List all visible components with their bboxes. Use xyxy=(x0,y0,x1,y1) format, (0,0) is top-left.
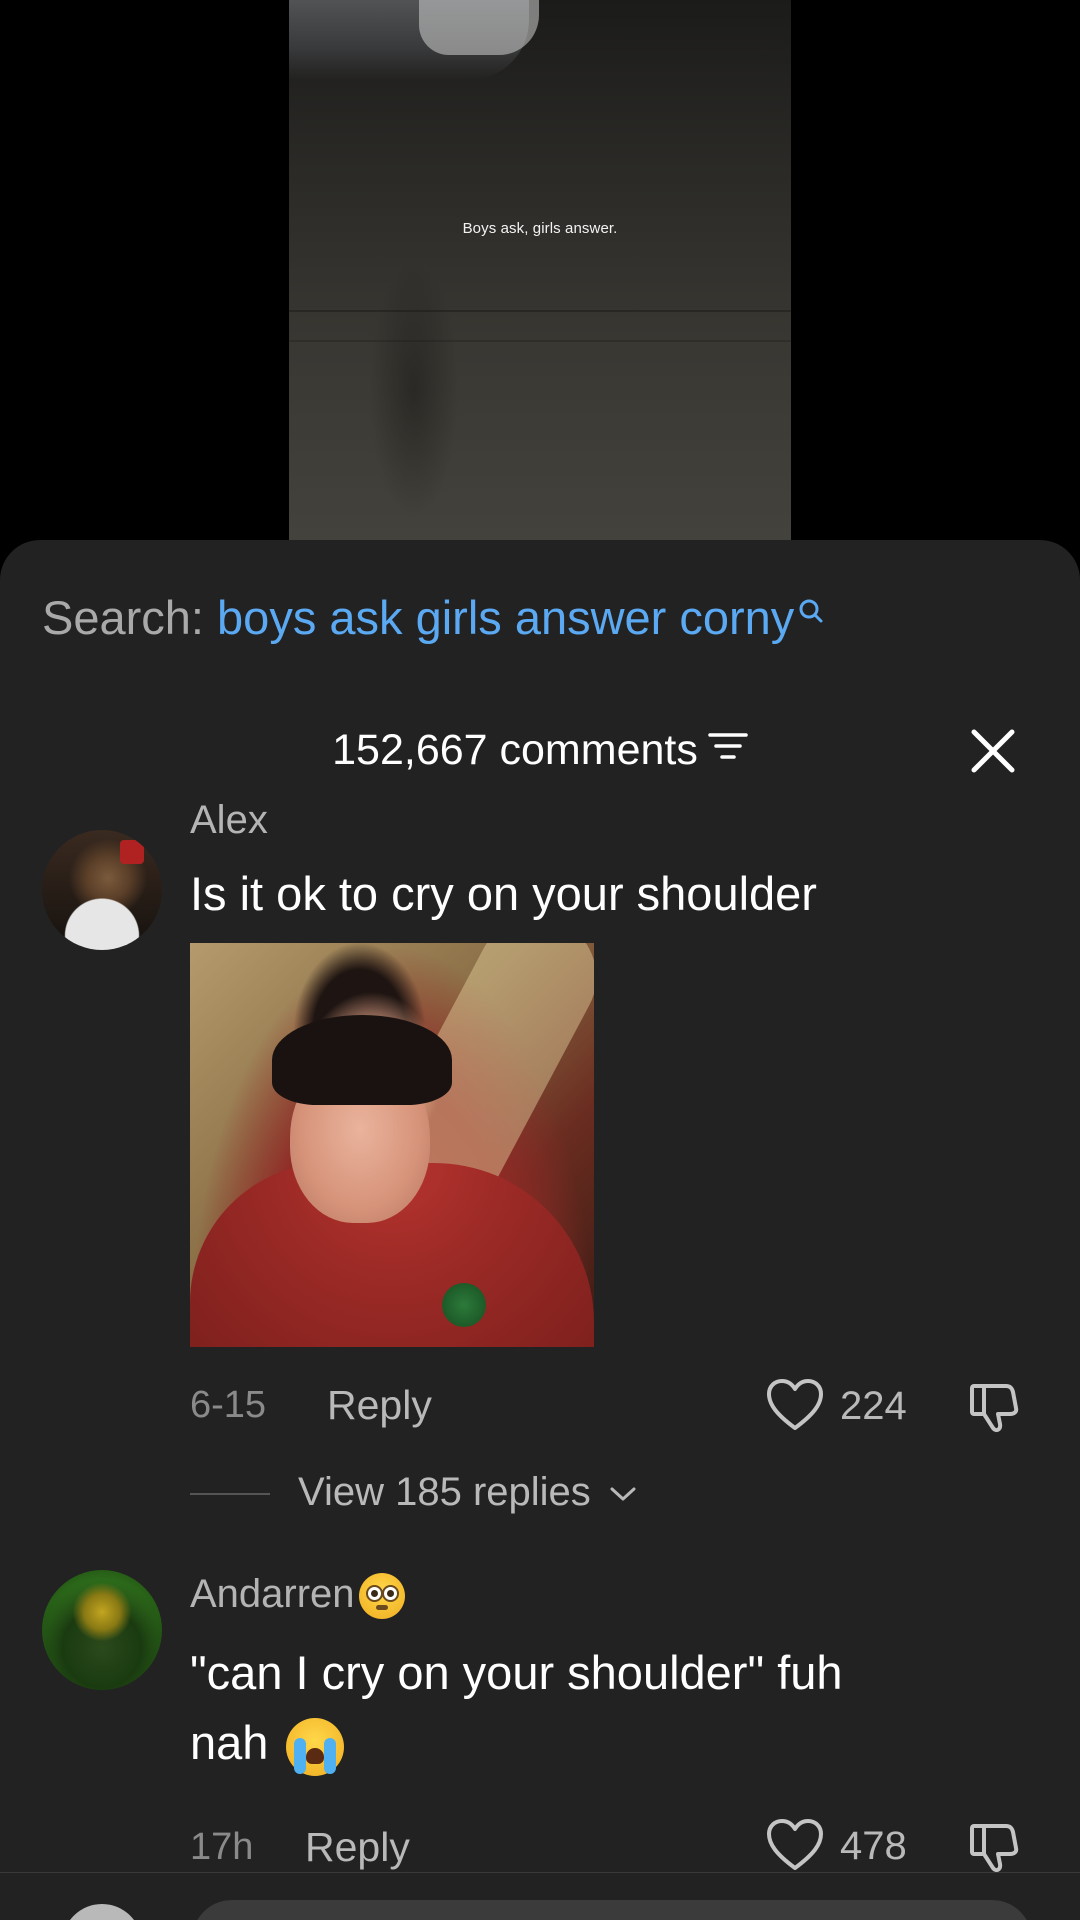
comment-date: 17h xyxy=(190,1826,254,1868)
flushed-emoji-icon xyxy=(358,1573,405,1620)
like-count: 478 xyxy=(840,1824,907,1868)
comment-username: Andarren xyxy=(190,1572,355,1616)
input-divider xyxy=(0,1872,1080,1873)
comment-text-line2: nah xyxy=(190,1708,990,1778)
comment-item: Alex Is it ok to cry on your shoulder 6-… xyxy=(0,798,1080,1514)
search-query[interactable]: boys ask girls answer corny xyxy=(217,591,794,644)
avatar[interactable] xyxy=(42,830,162,950)
comment-date: 6-15 xyxy=(190,1384,267,1426)
chevron-down-icon xyxy=(610,1487,636,1501)
comment-item: Andarren "can I cry on your shoulder" fu… xyxy=(0,1570,1080,1900)
gif-crest xyxy=(442,1283,486,1327)
reply-button[interactable]: Reply xyxy=(327,1382,432,1429)
avatar-badge xyxy=(120,840,144,864)
avatar[interactable] xyxy=(42,1570,162,1690)
comments-header: 152,667 comments xyxy=(0,720,1080,780)
reply-button[interactable]: Reply xyxy=(305,1824,410,1871)
dislike-icon[interactable] xyxy=(968,1380,1024,1441)
video-shadow xyxy=(369,260,459,520)
like-count: 224 xyxy=(840,1384,907,1428)
comment-username-wrap[interactable]: Andarren xyxy=(190,1572,405,1620)
floor-line xyxy=(289,310,791,312)
search-suggestion[interactable]: Search: boys ask girls answer corny xyxy=(42,590,824,645)
heart-icon xyxy=(767,1379,823,1430)
search-icon xyxy=(798,584,824,639)
comment-text: Is it ok to cry on your shoulder xyxy=(190,867,817,920)
like-button[interactable]: 478 xyxy=(766,1818,926,1878)
comment-count-wrap: 152,667 comments xyxy=(0,726,1080,775)
view-replies-button[interactable]: View 185 replies xyxy=(190,1470,638,1515)
video-car xyxy=(419,0,539,55)
video-caption: Boys ask, girls answer. xyxy=(462,220,618,237)
search-prefix: Search: xyxy=(42,591,204,644)
comment-count: 152,667 comments xyxy=(332,726,698,774)
comment-input[interactable] xyxy=(192,1900,1032,1920)
comment-gif[interactable] xyxy=(190,943,594,1347)
crying-emoji-icon xyxy=(286,1717,345,1776)
view-replies-label: View 185 replies xyxy=(298,1470,591,1514)
filter-icon[interactable] xyxy=(708,725,748,774)
comment-text: "can I cry on your shoulder" fuh nah xyxy=(190,1638,990,1778)
heart-icon xyxy=(767,1819,823,1870)
comment-username[interactable]: Alex xyxy=(190,798,268,843)
video-player[interactable]: Boys ask, girls answer. xyxy=(289,0,791,540)
like-button[interactable]: 224 xyxy=(766,1378,926,1438)
comment-text-tail: nah xyxy=(190,1716,269,1769)
floor-line xyxy=(289,340,791,342)
current-user-avatar xyxy=(62,1904,142,1920)
close-icon[interactable] xyxy=(968,726,1018,776)
replies-divider xyxy=(190,1493,270,1496)
gif-hair xyxy=(272,1015,452,1105)
comment-text-line: "can I cry on your shoulder" fuh xyxy=(190,1646,843,1699)
comments-sheet: Search: boys ask girls answer corny 152,… xyxy=(0,540,1080,1920)
